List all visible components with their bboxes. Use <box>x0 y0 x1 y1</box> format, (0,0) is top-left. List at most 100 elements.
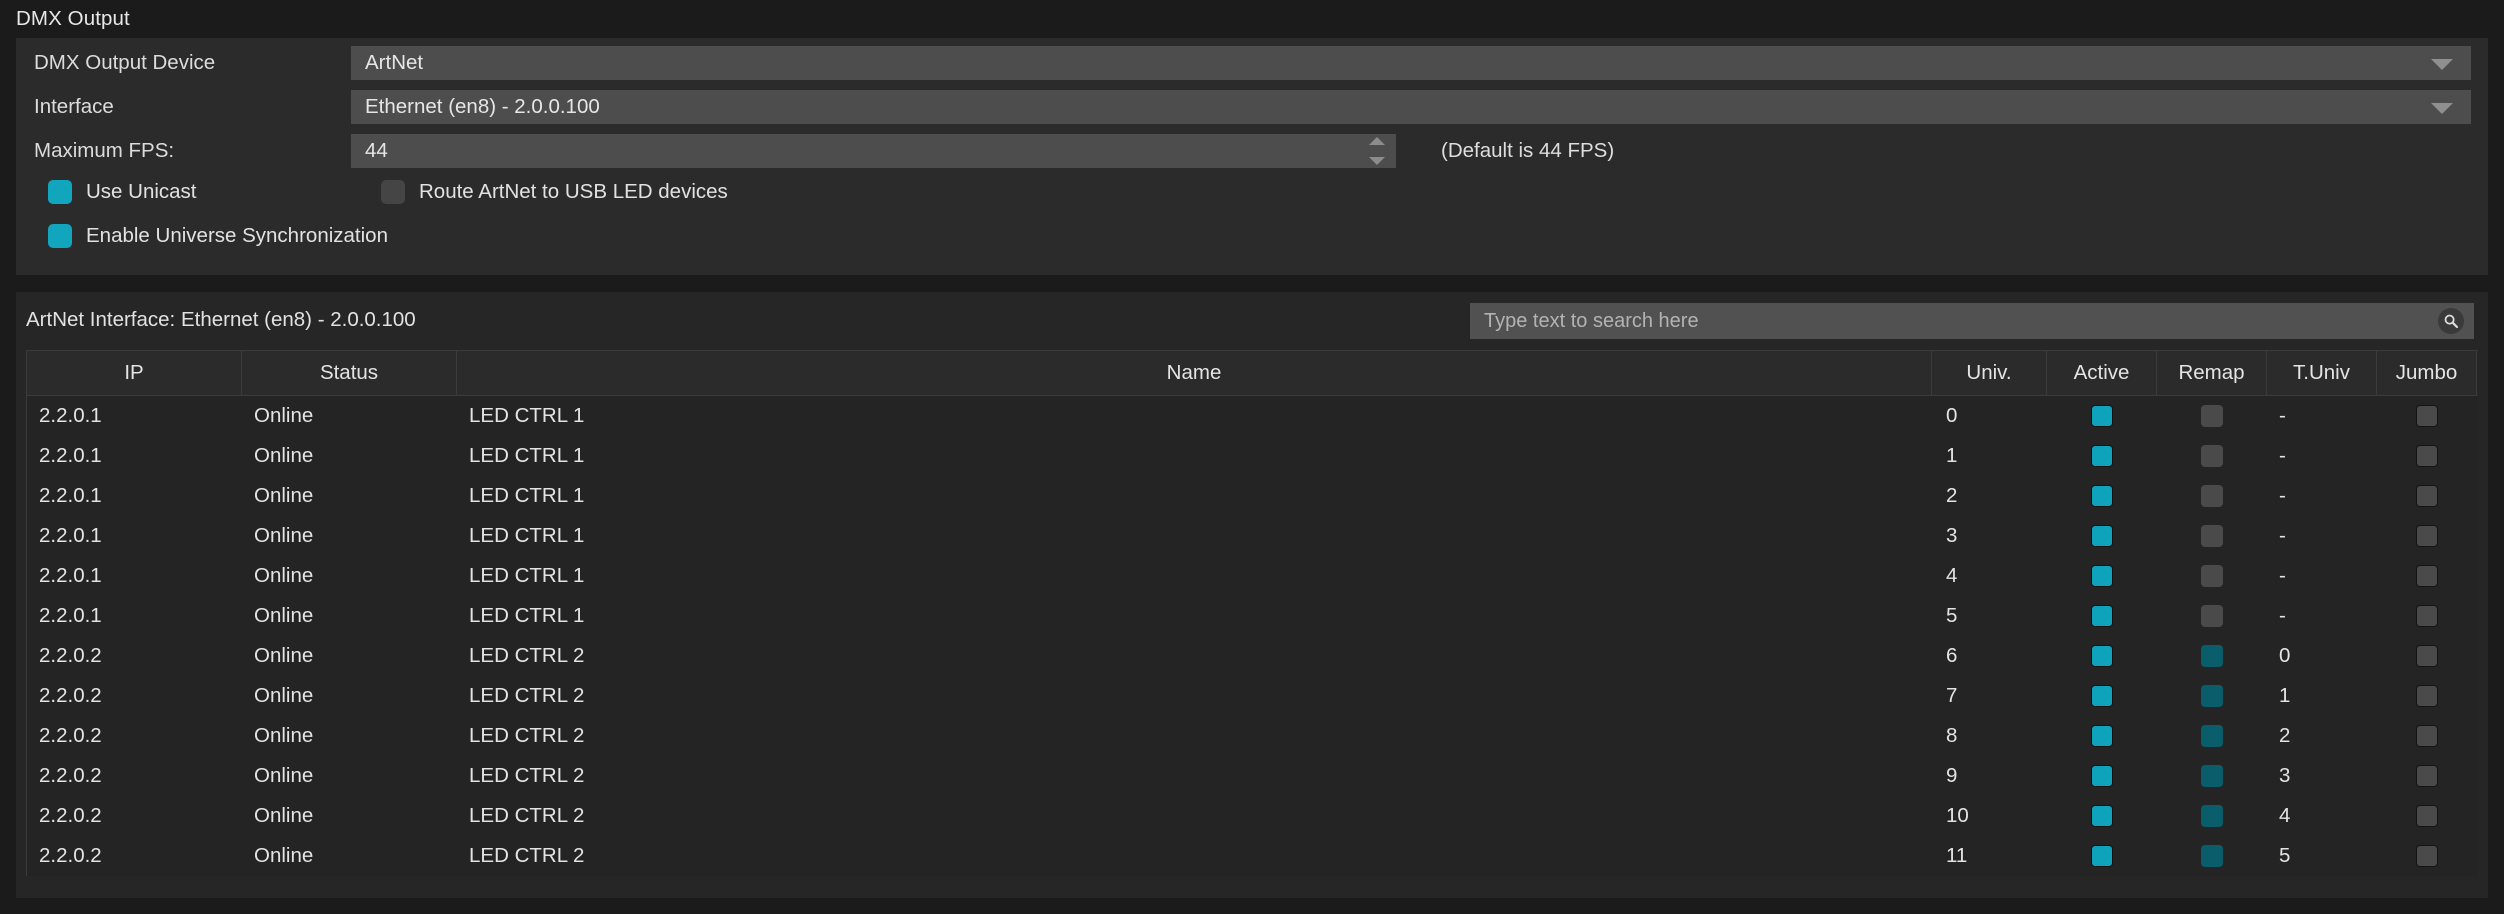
jumbo-cell[interactable] <box>2377 516 2477 556</box>
remap-cell[interactable] <box>2157 676 2267 716</box>
active-cell[interactable] <box>2047 716 2157 756</box>
active-checkbox-icon[interactable] <box>2091 525 2113 547</box>
remap-cell[interactable] <box>2157 716 2267 756</box>
active-cell[interactable] <box>2047 796 2157 836</box>
active-checkbox-icon[interactable] <box>2091 645 2113 667</box>
active-checkbox-icon[interactable] <box>2091 485 2113 507</box>
active-checkbox-icon[interactable] <box>2091 445 2113 467</box>
table-row[interactable]: 2.2.0.1 Online LED CTRL 1 3 - <box>27 516 2478 556</box>
table-row[interactable]: 2.2.0.1 Online LED CTRL 1 4 - <box>27 556 2478 596</box>
search-icon[interactable] <box>2438 308 2464 334</box>
remap-cell[interactable] <box>2157 396 2267 436</box>
active-checkbox-icon[interactable] <box>2091 605 2113 627</box>
checkbox-box-icon[interactable] <box>48 180 72 204</box>
jumbo-checkbox-icon[interactable] <box>2416 605 2438 627</box>
dmx-output-device-select[interactable]: ArtNet <box>351 46 2471 80</box>
remap-checkbox-icon[interactable] <box>2201 565 2223 587</box>
jumbo-cell[interactable] <box>2377 756 2477 796</box>
checkbox-enable-universe-synchronization[interactable]: Enable Universe Synchronization <box>48 224 388 248</box>
remap-checkbox-icon[interactable] <box>2201 445 2223 467</box>
stepper-up-icon[interactable] <box>1369 137 1385 145</box>
jumbo-checkbox-icon[interactable] <box>2416 525 2438 547</box>
column-header-univ[interactable]: Univ. <box>1932 351 2047 395</box>
stepper-down-icon[interactable] <box>1369 157 1385 165</box>
column-header-tuniv[interactable]: T.Univ <box>2267 351 2377 395</box>
interface-select[interactable]: Ethernet (en8) - 2.0.0.100 <box>351 90 2471 124</box>
remap-cell[interactable] <box>2157 476 2267 516</box>
jumbo-checkbox-icon[interactable] <box>2416 805 2438 827</box>
jumbo-cell[interactable] <box>2377 796 2477 836</box>
jumbo-checkbox-icon[interactable] <box>2416 485 2438 507</box>
active-cell[interactable] <box>2047 836 2157 876</box>
jumbo-cell[interactable] <box>2377 836 2477 876</box>
remap-checkbox-icon[interactable] <box>2201 805 2223 827</box>
table-row[interactable]: 2.2.0.1 Online LED CTRL 1 5 - <box>27 596 2478 636</box>
active-cell[interactable] <box>2047 516 2157 556</box>
remap-checkbox-icon[interactable] <box>2201 525 2223 547</box>
table-row[interactable]: 2.2.0.1 Online LED CTRL 1 2 - <box>27 476 2478 516</box>
active-checkbox-icon[interactable] <box>2091 725 2113 747</box>
jumbo-cell[interactable] <box>2377 436 2477 476</box>
jumbo-checkbox-icon[interactable] <box>2416 685 2438 707</box>
remap-checkbox-icon[interactable] <box>2201 845 2223 867</box>
maximum-fps-stepper[interactable]: 44 <box>351 134 1396 168</box>
active-checkbox-icon[interactable] <box>2091 565 2113 587</box>
jumbo-cell[interactable] <box>2377 556 2477 596</box>
table-row[interactable]: 2.2.0.2 Online LED CTRL 2 7 1 <box>27 676 2478 716</box>
active-cell[interactable] <box>2047 436 2157 476</box>
remap-checkbox-icon[interactable] <box>2201 405 2223 427</box>
remap-cell[interactable] <box>2157 636 2267 676</box>
remap-checkbox-icon[interactable] <box>2201 685 2223 707</box>
checkbox-box-icon[interactable] <box>381 180 405 204</box>
jumbo-cell[interactable] <box>2377 476 2477 516</box>
active-checkbox-icon[interactable] <box>2091 405 2113 427</box>
jumbo-cell[interactable] <box>2377 716 2477 756</box>
active-cell[interactable] <box>2047 756 2157 796</box>
remap-checkbox-icon[interactable] <box>2201 765 2223 787</box>
column-header-jumbo[interactable]: Jumbo <box>2377 351 2477 395</box>
column-header-active[interactable]: Active <box>2047 351 2157 395</box>
remap-cell[interactable] <box>2157 596 2267 636</box>
remap-checkbox-icon[interactable] <box>2201 645 2223 667</box>
jumbo-checkbox-icon[interactable] <box>2416 645 2438 667</box>
active-cell[interactable] <box>2047 676 2157 716</box>
active-checkbox-icon[interactable] <box>2091 685 2113 707</box>
active-cell[interactable] <box>2047 476 2157 516</box>
jumbo-cell[interactable] <box>2377 636 2477 676</box>
jumbo-checkbox-icon[interactable] <box>2416 845 2438 867</box>
jumbo-checkbox-icon[interactable] <box>2416 565 2438 587</box>
active-cell[interactable] <box>2047 596 2157 636</box>
remap-checkbox-icon[interactable] <box>2201 605 2223 627</box>
jumbo-checkbox-icon[interactable] <box>2416 445 2438 467</box>
stepper-arrows-icon[interactable] <box>1368 137 1386 165</box>
search-input[interactable] <box>1482 304 2422 338</box>
checkbox-use-unicast[interactable]: Use Unicast <box>48 180 197 204</box>
jumbo-cell[interactable] <box>2377 596 2477 636</box>
column-header-name[interactable]: Name <box>457 351 1932 395</box>
active-cell[interactable] <box>2047 636 2157 676</box>
search-field[interactable] <box>1470 303 2474 339</box>
table-row[interactable]: 2.2.0.2 Online LED CTRL 2 6 0 <box>27 636 2478 676</box>
jumbo-cell[interactable] <box>2377 676 2477 716</box>
active-cell[interactable] <box>2047 396 2157 436</box>
remap-cell[interactable] <box>2157 436 2267 476</box>
active-cell[interactable] <box>2047 556 2157 596</box>
active-checkbox-icon[interactable] <box>2091 765 2113 787</box>
column-header-ip[interactable]: IP <box>27 351 242 395</box>
table-row[interactable]: 2.2.0.2 Online LED CTRL 2 8 2 <box>27 716 2478 756</box>
column-header-remap[interactable]: Remap <box>2157 351 2267 395</box>
table-row[interactable]: 2.2.0.2 Online LED CTRL 2 11 5 <box>27 836 2478 876</box>
remap-cell[interactable] <box>2157 556 2267 596</box>
column-header-status[interactable]: Status <box>242 351 457 395</box>
table-row[interactable]: 2.2.0.1 Online LED CTRL 1 1 - <box>27 436 2478 476</box>
jumbo-checkbox-icon[interactable] <box>2416 765 2438 787</box>
remap-checkbox-icon[interactable] <box>2201 485 2223 507</box>
active-checkbox-icon[interactable] <box>2091 845 2113 867</box>
remap-cell[interactable] <box>2157 836 2267 876</box>
jumbo-checkbox-icon[interactable] <box>2416 405 2438 427</box>
checkbox-box-icon[interactable] <box>48 224 72 248</box>
jumbo-cell[interactable] <box>2377 396 2477 436</box>
remap-cell[interactable] <box>2157 516 2267 556</box>
remap-checkbox-icon[interactable] <box>2201 725 2223 747</box>
table-row[interactable]: 2.2.0.2 Online LED CTRL 2 10 4 <box>27 796 2478 836</box>
